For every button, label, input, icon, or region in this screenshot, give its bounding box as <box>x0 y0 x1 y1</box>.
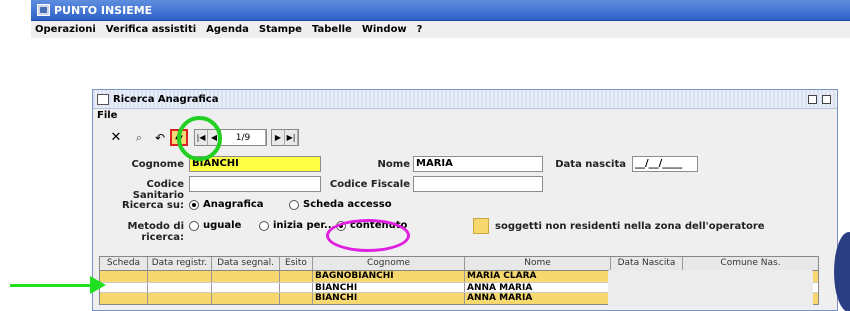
cognome-label: Cognome <box>131 159 184 170</box>
radio-scheda-accesso[interactable]: Scheda accesso <box>289 199 392 210</box>
annotation-circle-green <box>177 116 222 161</box>
window-icon <box>97 93 109 105</box>
cell-esito <box>280 271 313 282</box>
radio-unselected-icon <box>259 220 269 231</box>
minimize-icon[interactable] <box>808 94 817 104</box>
window-titlebar: Ricerca Anagrafica <box>93 90 837 109</box>
radio-inizia-per[interactable]: inizia per... <box>259 220 335 231</box>
radio-scheda-accesso-label: Scheda accesso <box>303 199 392 210</box>
cell-scheda <box>100 271 148 282</box>
app-title: PUNTO INSIEME <box>54 3 153 17</box>
cell-cognome: BAGNOBIANCHI <box>313 271 465 282</box>
app-titlebar: PUNTO INSIEME <box>31 0 850 21</box>
cell-cognome: BIANCHI <box>313 283 465 292</box>
radio-unselected-icon <box>189 220 199 231</box>
table-header: Scheda Data registr. Data segnal. Esito … <box>100 257 818 271</box>
codice-sanitario-label: Codice Sanitario <box>132 179 184 201</box>
search-form: Cognome BIANCHI Nome MARIA Data nascita … <box>93 150 837 250</box>
nome-label: Nome <box>377 159 410 170</box>
cell-esito <box>280 293 313 304</box>
col-comune-nas[interactable]: Comune Nas. <box>683 257 818 270</box>
next-record-icon[interactable]: ▶ <box>272 130 285 145</box>
menu-stampe[interactable]: Stampe <box>259 24 302 35</box>
col-nome[interactable]: Nome <box>465 257 611 270</box>
app-icon <box>37 4 50 16</box>
window-title: Ricerca Anagrafica <box>113 93 219 105</box>
annotation-arrow-icon <box>90 276 106 294</box>
menu-agenda[interactable]: Agenda <box>206 24 249 35</box>
cell-nome: MARIA CLARA <box>465 271 611 282</box>
menu-window[interactable]: Window <box>362 24 407 35</box>
col-cognome[interactable]: Cognome <box>313 257 465 270</box>
metodo-ricerca-label: Metodo di ricerca: <box>127 221 184 243</box>
col-data-registr[interactable]: Data registr. <box>148 257 212 270</box>
codice-sanitario-field[interactable] <box>189 176 321 192</box>
search-binoculars-icon[interactable]: ⌕ <box>130 129 148 146</box>
data-nascita-label: Data nascita <box>555 159 626 170</box>
col-data-segnal[interactable]: Data segnal. <box>212 257 280 270</box>
ricerca-su-label: Ricerca su: <box>122 200 184 211</box>
legend-text: soggetti non residenti nella zona dell'o… <box>495 221 765 232</box>
menu-help[interactable]: ? <box>417 24 423 35</box>
nome-field[interactable]: MARIA <box>413 156 543 172</box>
cell-cognome: BIANCHI <box>313 293 465 304</box>
cell-data-segnal <box>212 271 280 282</box>
window-controls <box>808 94 831 104</box>
radio-uguale[interactable]: uguale <box>189 220 241 231</box>
radio-anagrafica-label: Anagrafica <box>203 199 264 210</box>
menu-verifica-assistiti[interactable]: Verifica assistiti <box>106 24 196 35</box>
radio-anagrafica[interactable]: Anagrafica <box>189 199 264 210</box>
undo-icon[interactable]: ↶ <box>152 129 168 146</box>
col-scheda[interactable]: Scheda <box>100 257 148 270</box>
cell-data-segnal <box>212 283 280 292</box>
cell-scheda <box>100 293 148 304</box>
radio-selected-icon <box>189 199 199 210</box>
maximize-icon[interactable] <box>822 94 831 104</box>
radio-inizia-per-label: inizia per... <box>273 220 336 231</box>
annotation-arrow-line <box>10 284 98 287</box>
delete-icon[interactable]: ✕ <box>106 129 126 146</box>
data-nascita-field[interactable]: __/__/____ <box>632 156 698 172</box>
record-counter: 1/9 <box>221 130 266 145</box>
menu-file[interactable]: File <box>97 110 117 121</box>
radio-uguale-label: uguale <box>203 220 242 231</box>
record-navigator-forward: ▶ ▶| <box>271 129 299 146</box>
menu-operazioni[interactable]: Operazioni <box>35 24 96 35</box>
cell-esito <box>280 283 313 292</box>
cell-scheda <box>100 283 148 292</box>
last-record-icon[interactable]: ▶| <box>285 130 298 145</box>
menu-tabelle[interactable]: Tabelle <box>312 24 352 35</box>
cell-nome: ANNA MARIA <box>465 293 611 304</box>
codice-fiscale-label: Codice Fiscale <box>329 179 410 190</box>
cell-data-segnal <box>212 293 280 304</box>
legend-color-box <box>473 218 489 234</box>
cell-data-registr <box>148 271 212 282</box>
cell-data-registr <box>148 293 212 304</box>
cell-nome: ANNA MARIA <box>465 283 611 292</box>
col-esito[interactable]: Esito <box>280 257 313 270</box>
redaction-mask <box>608 270 813 307</box>
annotation-ellipse-magenta <box>326 219 410 252</box>
col-data-nascita[interactable]: Data Nascita <box>611 257 683 270</box>
codice-fiscale-field[interactable] <box>413 176 543 192</box>
cell-data-registr <box>148 283 212 292</box>
main-menubar: Operazioni Verifica assistiti Agenda Sta… <box>31 21 850 38</box>
radio-unselected-icon <box>289 199 299 210</box>
